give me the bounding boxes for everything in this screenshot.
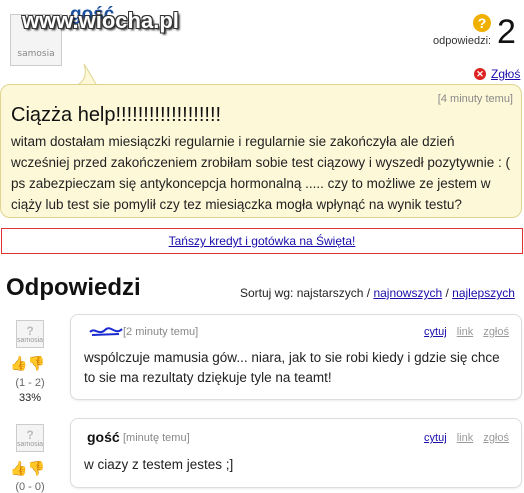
answer-avatar[interactable]: ? samosia [16, 320, 44, 348]
answers-count: 2 [497, 13, 516, 51]
sort-label: Sortuj wg: [240, 286, 294, 300]
quote-link[interactable]: cytuj [424, 432, 447, 444]
vote-controls: 👍👎 [10, 460, 46, 478]
ad-banner: Tańszy kredyt i gotówka na Święta! [1, 228, 523, 254]
sort-separator: / [366, 286, 371, 300]
answer-body: w ciazy z testem jestes ;] [84, 457, 234, 472]
vote-count: (1 - 2) [15, 377, 45, 389]
thumbs-down-icon[interactable]: 👎 [27, 460, 44, 476]
thumbs-up-icon[interactable]: 👍 [10, 355, 27, 371]
sort-newest[interactable]: najnowszych [373, 286, 442, 300]
report-answer-link[interactable]: zgłoś [483, 326, 509, 338]
question-box: [4 minuty temu] Ciązża help!!!!!!!!!!!!!… [0, 84, 522, 218]
sort-bar: Sortuj wg: najstarszych / najnowszych / … [240, 286, 515, 300]
thumbs-down-icon[interactable]: 👎 [27, 355, 44, 371]
answer-body: wspólczuje mamusia gów... niara, jak to … [84, 350, 500, 385]
sort-separator: / [445, 286, 449, 300]
report-answer-link[interactable]: zgłoś [483, 432, 509, 444]
report-link[interactable]: Zgłoś [491, 67, 520, 81]
vote-controls: 👍👎 [10, 355, 46, 373]
answer-actions: cytuj link zgłoś [417, 326, 509, 338]
report-question-button[interactable]: ✕ Zgłoś [474, 67, 520, 81]
answer-author[interactable]: gość [87, 429, 120, 445]
vote-count: (0 - 0) [15, 481, 45, 493]
answer-time: [minutę temu] [123, 432, 190, 444]
avatar-text: samosia [17, 49, 55, 59]
answer-actions: cytuj link zgłoś [417, 432, 509, 444]
question-title: Ciązża help!!!!!!!!!!!!!!!!!!! [11, 104, 222, 126]
close-icon: ✕ [474, 68, 486, 80]
thumbs-up-icon[interactable]: 👍 [10, 460, 27, 476]
answer-box: gość [minutę temu] cytuj link zgłoś w ci… [70, 418, 522, 488]
answer-time: [2 minuty temu] [123, 326, 199, 338]
permalink-link[interactable]: link [457, 326, 474, 338]
answer-box: [2 minuty temu] cytuj link zgłoś wspólcz… [70, 314, 522, 400]
ad-link[interactable]: Tańszy kredyt i gotówka na Święta! [169, 234, 356, 248]
answers-count-label: odpowiedzi: [433, 35, 492, 47]
question-body: witam dostałam miesiączki regularnie i r… [11, 134, 510, 212]
author-scribble [89, 325, 123, 336]
answers-heading: Odpowiedzi [6, 274, 141, 301]
question-mark-icon: ? [473, 14, 491, 32]
sort-oldest[interactable]: najstarszych [297, 286, 364, 300]
answer-avatar[interactable]: ? samosia [16, 424, 44, 452]
sort-best[interactable]: najlepszych [452, 286, 515, 300]
question-time: [4 minuty temu] [437, 93, 513, 105]
quote-link[interactable]: cytuj [424, 326, 447, 338]
permalink-link[interactable]: link [457, 432, 474, 444]
vote-percent: 33% [18, 392, 42, 404]
watermark: www.wiocha.pl [22, 8, 179, 33]
